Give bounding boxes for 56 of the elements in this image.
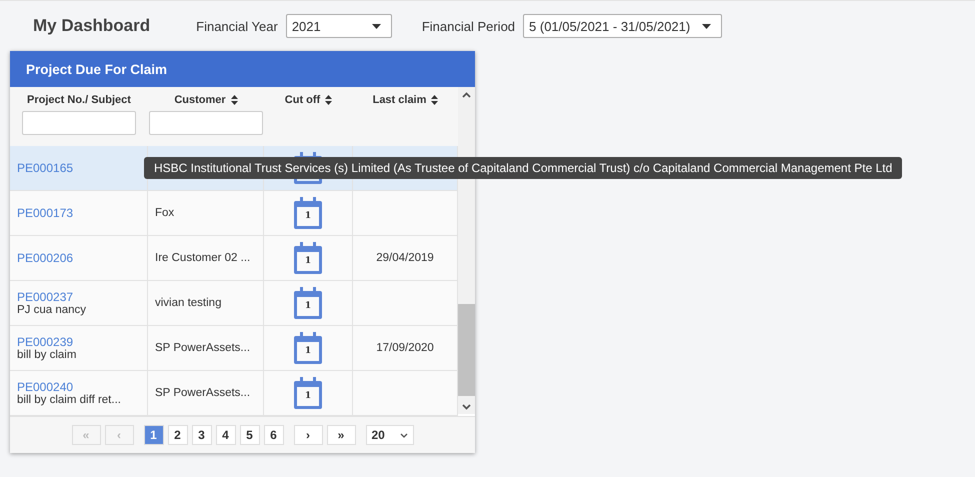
page-title: My Dashboard <box>33 16 150 36</box>
project-link[interactable]: PE000239 <box>17 335 74 349</box>
calendar-icon <box>294 287 322 319</box>
filter-input[interactable] <box>149 111 263 135</box>
tooltip: HSBC Institutional Trust Services (s) Limited (As Trustee of Capitaland Commercial Trust) c/o Capitaland Commercial Management Pte Ltd <box>144 157 902 179</box>
customer-text: SP PowerAssets... <box>155 387 250 399</box>
customer-text: Ire Customer 02 ... <box>155 252 250 264</box>
calendar-day: 1 <box>294 301 322 311</box>
project-link[interactable]: PE000173 <box>17 206 74 220</box>
column-header[interactable]: Cut off <box>284 94 332 106</box>
page-button[interactable]: 1 <box>144 425 164 445</box>
dropdown[interactable]: 2021 <box>286 14 392 38</box>
caret-icon <box>372 24 381 28</box>
page-button[interactable]: 2 <box>168 425 188 445</box>
sort-icon[interactable] <box>431 95 438 105</box>
chevron-down-icon <box>400 432 408 438</box>
scroll-down-icon[interactable] <box>462 404 471 410</box>
filter-label: Financial Year <box>196 18 278 34</box>
sort-icon[interactable] <box>230 95 238 105</box>
caret-icon <box>702 24 712 28</box>
calendar-day: 1 <box>294 211 322 221</box>
calendar-icon <box>294 332 322 364</box>
subject-text: PJ cua nancy <box>17 304 86 316</box>
customer-text: SP PowerAssets... <box>155 342 250 354</box>
page-button[interactable]: 6 <box>264 425 284 445</box>
panel-title: Project Due For Claim <box>10 51 475 87</box>
filter-input[interactable] <box>22 111 136 135</box>
calendar-day: 1 <box>294 391 322 401</box>
scroll-up-icon[interactable] <box>462 92 471 98</box>
calendar-icon <box>294 242 322 274</box>
calendar-day: 1 <box>294 346 322 356</box>
customer-text: Fox <box>155 207 174 219</box>
last-page-button[interactable]: » <box>326 425 356 445</box>
column-header: Project No./ Subject <box>27 94 131 106</box>
page-button[interactable]: 3 <box>192 425 212 445</box>
date-text: 17/09/2020 <box>376 342 434 354</box>
project-link[interactable]: PE000240 <box>17 380 74 394</box>
page-size-dropdown[interactable]: 20 <box>366 425 414 445</box>
subject-text: bill by claim diff ret... <box>17 394 121 406</box>
next-page-button[interactable]: › <box>294 425 322 445</box>
column-header[interactable]: Customer <box>174 94 238 106</box>
filter-label: Financial Period <box>422 18 516 34</box>
calendar-icon <box>294 377 322 409</box>
dropdown[interactable]: 5 (01/05/2021 - 31/05/2021) <box>523 14 722 38</box>
project-link[interactable]: PE000237 <box>17 290 74 304</box>
page-button[interactable]: 4 <box>216 425 236 445</box>
page-button[interactable]: 5 <box>240 425 260 445</box>
date-text: 29/04/2019 <box>376 252 434 264</box>
customer-text: vivian testing <box>155 297 222 309</box>
calendar-day: 1 <box>294 256 322 266</box>
scrollbar-thumb[interactable] <box>458 304 475 396</box>
sort-icon[interactable] <box>325 95 332 105</box>
subject-text: bill by claim <box>17 349 76 361</box>
project-link[interactable]: PE000206 <box>17 251 74 265</box>
calendar-icon <box>294 197 322 229</box>
column-header[interactable]: Last claim <box>372 94 438 106</box>
